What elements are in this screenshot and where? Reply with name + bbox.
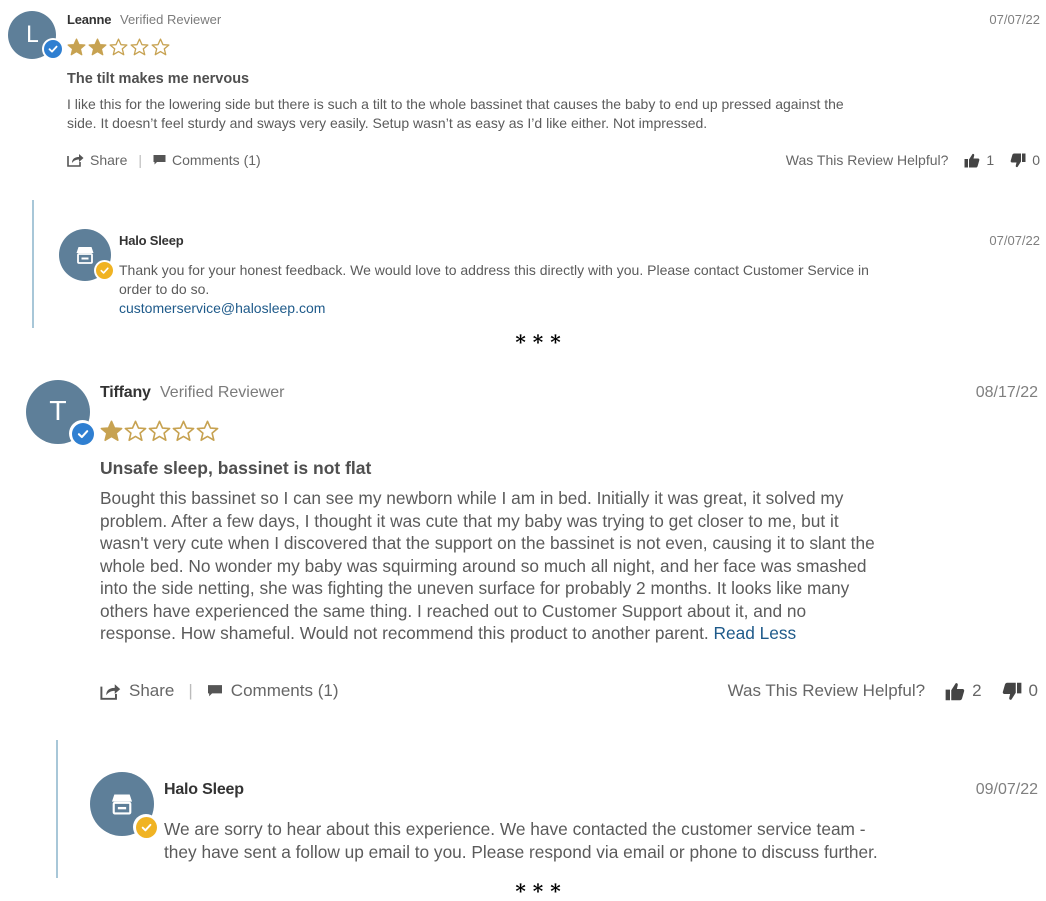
- helpful-label: Was This Review Helpful?: [727, 681, 926, 700]
- reply-body-line: Thank you for your honest feedback. We w…: [119, 262, 869, 278]
- avatar-letter: T: [50, 397, 66, 427]
- verified-badge-icon: [42, 38, 64, 60]
- helpful-no-button[interactable]: 0: [1002, 681, 1038, 701]
- comment-icon: [207, 685, 222, 697]
- reply-body: We are sorry to hear about this experien…: [164, 818, 1044, 864]
- review-body: I like this for the lowering side but th…: [67, 95, 1037, 133]
- star-empty-icon: [109, 38, 128, 56]
- thumbs-down-icon: [1010, 153, 1026, 167]
- review-body-line: response. How shameful. Would not recomm…: [100, 623, 709, 643]
- review-actions: Share | Comments (1): [100, 681, 338, 701]
- review-title: Unsafe sleep, bassinet is not flat: [100, 458, 372, 478]
- star-empty-icon: [124, 420, 147, 442]
- star-filled-icon: [67, 38, 86, 56]
- verified-label: Verified Reviewer: [160, 384, 285, 401]
- divider: |: [138, 152, 142, 168]
- reviewer-name[interactable]: Leanne: [67, 12, 112, 27]
- star-filled-icon: [100, 420, 123, 442]
- star-empty-icon: [196, 420, 219, 442]
- review-body-line: side. It doesn’t feel sturdy and sways v…: [67, 115, 708, 131]
- star-empty-icon: [148, 420, 171, 442]
- reply-date: 09/07/22: [975, 781, 1038, 798]
- section-separator: * * *: [515, 879, 561, 901]
- star-empty-icon: [151, 38, 170, 56]
- star-rating: [100, 420, 220, 443]
- comment-icon: [153, 155, 166, 165]
- reply-rule: [32, 200, 34, 328]
- thumbs-down-icon: [1002, 682, 1021, 700]
- review-body-line-last: response. How shameful. Would not recomm…: [100, 622, 1045, 645]
- thumbs-up-icon: [945, 682, 965, 700]
- share-button[interactable]: Share: [67, 152, 127, 168]
- share-button[interactable]: Share: [100, 681, 174, 701]
- merchant-verified-badge-icon: [94, 260, 115, 281]
- review-date: 07/07/22: [989, 12, 1040, 27]
- merchant-name: Halo Sleep: [164, 781, 244, 798]
- helpful-yes-button[interactable]: 1: [964, 152, 994, 168]
- review-body-line: I like this for the lowering side but th…: [67, 96, 844, 112]
- star-filled-icon: [88, 38, 107, 56]
- share-label: Share: [90, 152, 128, 168]
- star-empty-icon: [172, 420, 195, 442]
- review-body-line: others have experienced the same thing. …: [100, 600, 807, 621]
- read-less-link[interactable]: Read Less: [714, 623, 797, 643]
- review-body-line: Bought this bassinet so I can see my new…: [100, 488, 844, 508]
- helpful-label: Was This Review Helpful?: [785, 152, 949, 168]
- star-rating: [67, 38, 172, 57]
- review-body-line: wasn't very cute when I discovered that …: [100, 533, 875, 553]
- thumbs-up-icon: [964, 153, 980, 167]
- divider: |: [188, 681, 193, 700]
- review-body-line: whole bed. No wonder my baby was squirmi…: [100, 555, 867, 576]
- share-label: Share: [129, 681, 175, 700]
- reviewer-name[interactable]: Tiffany: [100, 384, 151, 402]
- avatar-letter: L: [25, 22, 39, 48]
- review-actions: Share | Comments (1): [67, 152, 261, 168]
- review-title: The tilt makes me nervous: [67, 71, 250, 87]
- review-date: 08/17/22: [975, 384, 1038, 401]
- review-body: Bought this bassinet so I can see my new…: [100, 487, 1045, 645]
- helpful-no-count: 0: [1032, 152, 1040, 168]
- helpful-yes-count: 2: [972, 681, 982, 700]
- reply-body-line: We are sorry to hear about this experien…: [164, 819, 866, 839]
- verified-label: Verified Reviewer: [120, 12, 222, 27]
- store-icon: [76, 247, 94, 264]
- review-body-line: problem. After a few days, I thought it …: [100, 510, 839, 531]
- helpful-yes-count: 1: [986, 152, 995, 168]
- verified-badge-icon: [69, 420, 96, 447]
- comments-button[interactable]: Comments (1): [153, 152, 261, 168]
- share-icon: [67, 154, 84, 167]
- section-separator: * * *: [515, 330, 561, 354]
- comments-label: Comments (1): [230, 681, 339, 700]
- reply-date: 07/07/22: [989, 233, 1040, 248]
- comments-label: Comments (1): [172, 152, 261, 168]
- share-icon: [100, 683, 121, 700]
- merchant-name: Halo Sleep: [119, 233, 184, 248]
- reply-rule: [56, 740, 58, 878]
- reply-body-line: they have sent a follow up email to you.…: [164, 842, 878, 862]
- star-empty-icon: [130, 38, 149, 56]
- reply-body: Thank you for your honest feedback. We w…: [119, 261, 1039, 318]
- helpful-section: Was This Review Helpful? 2 0: [728, 681, 1038, 701]
- helpful-no-button[interactable]: 0: [1010, 152, 1040, 168]
- comments-button[interactable]: Comments (1): [207, 681, 339, 701]
- review-body-line: into the side netting, she was fighting …: [100, 578, 850, 598]
- store-icon: [111, 794, 133, 815]
- helpful-section: Was This Review Helpful? 1 0: [786, 152, 1040, 168]
- helpful-no-count: 0: [1028, 681, 1038, 700]
- helpful-yes-button[interactable]: 2: [945, 681, 982, 701]
- merchant-verified-badge-icon: [133, 814, 159, 840]
- reply-body-line: order to do so.: [119, 281, 210, 297]
- support-email-link[interactable]: customerservice@halosleep.com: [119, 299, 1039, 318]
